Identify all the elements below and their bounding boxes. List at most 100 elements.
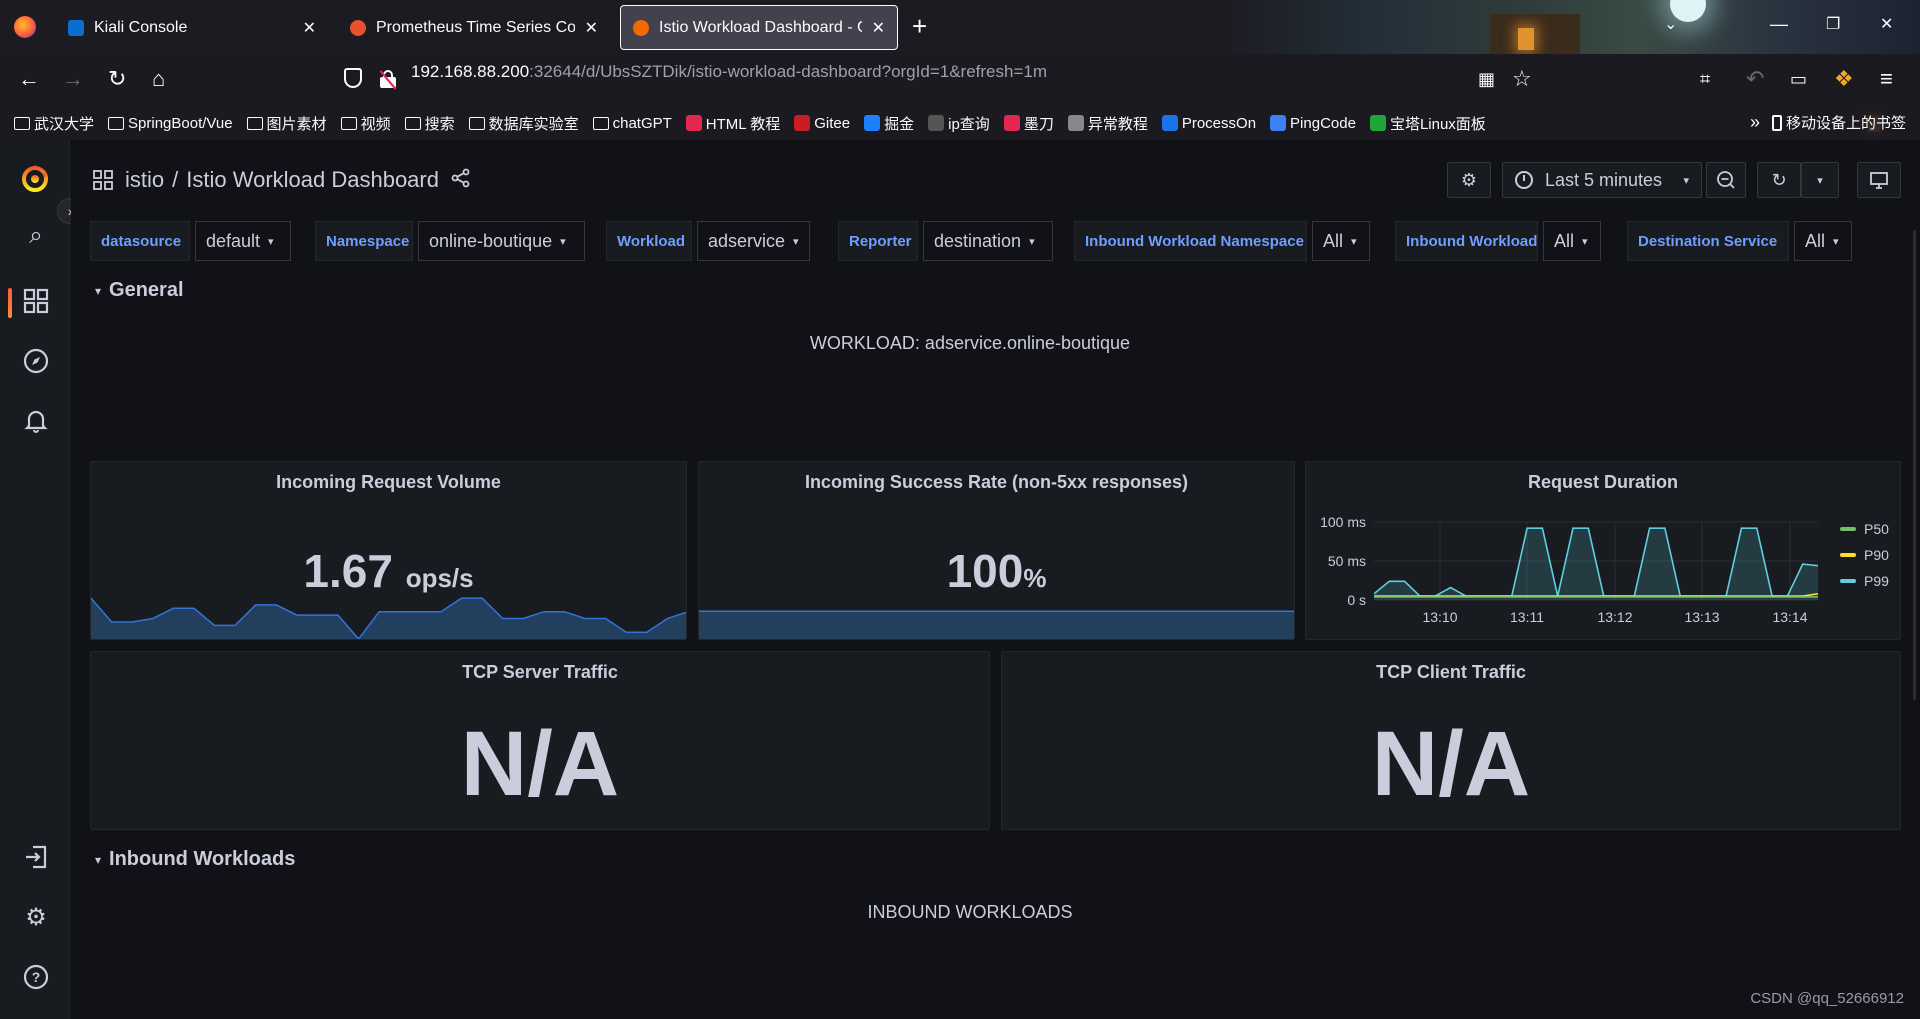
var-select-reporter[interactable]: destination ▾ xyxy=(923,221,1053,261)
bookmark-item[interactable]: 掘金 xyxy=(864,113,914,134)
tab-prometheus[interactable]: Prometheus Time Series Coll ✕ xyxy=(338,5,610,50)
qr-code-icon[interactable]: ▦ xyxy=(1478,66,1495,92)
screenshot-crop-icon[interactable]: ⌗ xyxy=(1700,66,1710,92)
minimize-button[interactable]: — xyxy=(1770,14,1788,35)
panel-incoming-success-rate[interactable]: Incoming Success Rate (non-5xx responses… xyxy=(698,461,1295,640)
bookmark-item[interactable]: chatGPT xyxy=(592,115,672,132)
request-duration-chart: 0 s 50 ms 100 ms 13:10 13:11 13:12 13:13 13:14 xyxy=(1320,514,1819,625)
share-icon[interactable] xyxy=(451,168,471,193)
insecure-connection-lock-icon[interactable] xyxy=(379,70,397,90)
firefox-icon[interactable] xyxy=(14,16,36,38)
overflow-chevrons-icon[interactable]: » xyxy=(1750,112,1760,133)
panel-incoming-request-volume[interactable]: Incoming Request Volume 1.67 ops/s xyxy=(90,461,687,640)
theme-window-light xyxy=(1518,28,1534,50)
var-select-namespace[interactable]: online-boutique ▾ xyxy=(418,221,585,261)
bookmark-item[interactable]: ip查询 xyxy=(928,113,990,134)
folder-link[interactable]: istio xyxy=(125,167,164,193)
refresh-button[interactable]: ↻ xyxy=(1757,162,1801,198)
var-select-datasource[interactable]: default ▾ xyxy=(195,221,291,261)
help-icon[interactable]: ? xyxy=(22,964,50,992)
configuration-gear-icon[interactable]: ⚙ xyxy=(22,904,50,932)
undo-icon[interactable]: ↶ xyxy=(1746,66,1764,92)
panel-request-duration[interactable]: Request Duration 0 s 50 ms 100 ms 13:10 13:1… xyxy=(1305,461,1901,640)
bookmark-label: 视频 xyxy=(360,115,391,133)
bookmark-item[interactable]: 武汉大学 xyxy=(14,113,94,134)
bookmark-item[interactable]: 数据库实验室 xyxy=(468,113,579,134)
restore-button[interactable]: ❐ xyxy=(1826,14,1840,34)
mobile-bookmarks-label: 移动设备上的书签 xyxy=(1785,115,1906,132)
stat-unit: % xyxy=(1023,563,1047,593)
refresh-interval-dropdown[interactable]: ▾ xyxy=(1801,162,1839,198)
folder-icon xyxy=(14,116,30,130)
legend-item[interactable]: P50 xyxy=(1840,516,1889,542)
bookmark-label: HTML 教程 xyxy=(705,115,781,133)
legend-item[interactable]: P99 xyxy=(1840,568,1889,594)
var-select-workload[interactable]: adservice ▾ xyxy=(697,221,810,261)
legend-item[interactable]: P90 xyxy=(1840,542,1889,568)
chevron-down-icon: ▾ xyxy=(1582,235,1588,248)
bookmark-item[interactable]: 异常教程 xyxy=(1067,113,1148,134)
dashboard-breadcrumb: istio / Istio Workload Dashboard xyxy=(93,167,471,193)
bookmark-item[interactable]: SpringBoot/Vue xyxy=(108,115,233,132)
folder-icon xyxy=(404,116,421,130)
dashboards-icon[interactable] xyxy=(22,288,50,316)
bookmark-item[interactable]: 视频 xyxy=(340,113,391,134)
extension-icon[interactable]: ❖ xyxy=(1834,66,1854,92)
new-tab-button[interactable]: + xyxy=(912,12,927,40)
stat-value: 1.67 ops/s xyxy=(91,544,686,598)
var-select-inbound-workload[interactable]: All ▾ xyxy=(1543,221,1601,261)
folder-icon xyxy=(592,116,609,130)
bookmark-item[interactable]: 图片素材 xyxy=(246,113,327,134)
tv-mode-button[interactable] xyxy=(1857,162,1901,198)
tab-list-chevron-icon[interactable]: ⌄ xyxy=(1664,14,1677,34)
row-inbound-workloads[interactable]: ▾ Inbound Workloads xyxy=(95,848,295,871)
grafana-logo-icon[interactable] xyxy=(20,164,50,194)
dashboard-title[interactable]: Istio Workload Dashboard xyxy=(186,167,439,193)
bookmark-item[interactable]: 搜索 xyxy=(404,113,455,134)
hand-icon xyxy=(1067,115,1084,131)
url-bar[interactable]: 192.168.88.200:32644/d/UbsSZTDik/istio-w… xyxy=(411,62,1047,82)
panel-tcp-client-traffic[interactable]: TCP Client Traffic N/A xyxy=(1001,651,1901,830)
var-select-destination-service[interactable]: All ▾ xyxy=(1794,221,1852,261)
bookmark-item[interactable]: 墨刀 xyxy=(1003,113,1054,134)
panel-tcp-server-traffic[interactable]: TCP Server Traffic N/A xyxy=(90,651,990,830)
search-icon[interactable]: ⌕ xyxy=(22,222,50,250)
bookmark-item[interactable]: HTML 教程 xyxy=(685,113,781,134)
forward-arrow-icon[interactable]: → xyxy=(62,66,84,92)
bookmark-item[interactable]: PingCode xyxy=(1270,115,1356,132)
bookmark-item[interactable]: 宝塔Linux面板 xyxy=(1369,113,1486,134)
stat-value: N/A xyxy=(460,713,620,815)
close-tab-icon[interactable]: ✕ xyxy=(872,18,885,38)
x-tick-label: 13:13 xyxy=(1684,609,1719,625)
sidebar-icon[interactable]: ▭ xyxy=(1790,66,1807,92)
dashboard-settings-button[interactable]: ⚙ xyxy=(1447,162,1491,198)
tab-kiali[interactable]: Kiali Console ✕ xyxy=(56,5,328,50)
time-picker-button[interactable]: Last 5 minutes ▾ xyxy=(1502,162,1702,198)
close-tab-icon[interactable]: ✕ xyxy=(303,18,316,38)
stat-number: 1.67 xyxy=(303,545,393,597)
baota-icon xyxy=(1369,115,1386,131)
alerting-bell-icon[interactable] xyxy=(22,408,50,436)
chevron-down-icon: ▾ xyxy=(1683,174,1689,187)
home-icon[interactable]: ⌂ xyxy=(152,66,165,92)
reload-icon[interactable]: ↻ xyxy=(108,66,126,92)
bookmark-star-icon[interactable]: ☆ xyxy=(1512,66,1532,92)
page-scrollbar[interactable] xyxy=(1913,230,1916,700)
zoom-out-button[interactable] xyxy=(1706,162,1746,198)
row-general[interactable]: ▾ General xyxy=(95,279,184,302)
bookmark-item[interactable]: Gitee xyxy=(794,115,850,132)
var-select-inbound-workload-namespace[interactable]: All ▾ xyxy=(1312,221,1370,261)
bookmark-item[interactable]: ProcessOn xyxy=(1161,115,1256,132)
close-tab-icon[interactable]: ✕ xyxy=(585,18,598,38)
url-host: 192.168.88.200 xyxy=(411,62,530,81)
folder-icon xyxy=(108,116,125,130)
tracking-protection-shield-icon[interactable] xyxy=(344,68,362,88)
tab-istio-workload-dashboard[interactable]: Istio Workload Dashboard - G ✕ xyxy=(620,5,898,50)
menu-icon[interactable]: ≡ xyxy=(1880,66,1893,92)
close-window-button[interactable]: ✕ xyxy=(1880,14,1893,34)
back-arrow-icon[interactable]: ← xyxy=(18,66,40,92)
mobile-bookmarks[interactable]: » 移动设备上的书签 xyxy=(1750,112,1906,133)
sign-in-icon[interactable] xyxy=(22,844,50,872)
explore-compass-icon[interactable] xyxy=(22,348,50,376)
gear-icon: ⚙ xyxy=(1460,169,1478,190)
